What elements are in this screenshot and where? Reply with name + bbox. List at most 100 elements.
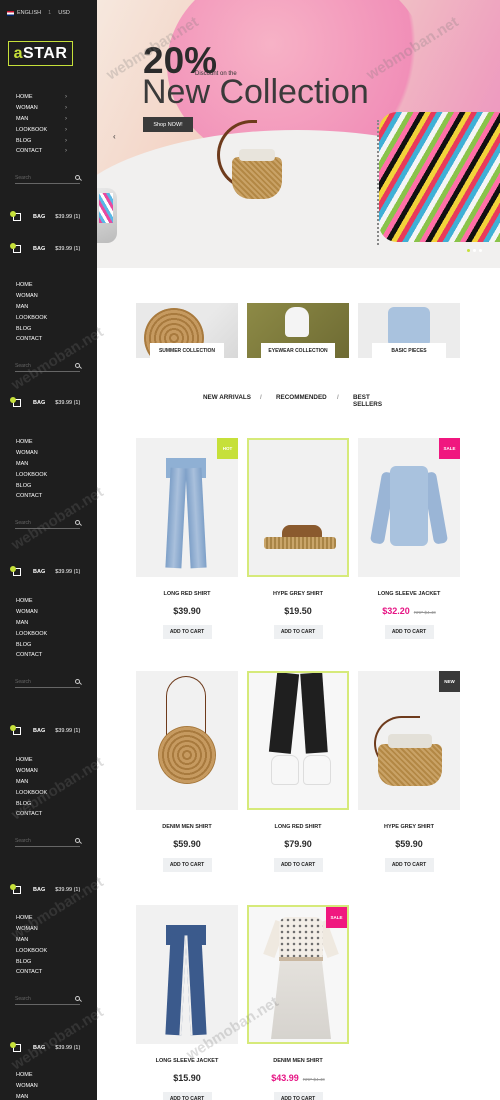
product-card[interactable]: NEW HYPE GREY SHIRT $59.90 ADD TO CART bbox=[358, 671, 460, 872]
nav-item-man[interactable]: MAN bbox=[0, 618, 97, 629]
search-icon[interactable] bbox=[75, 519, 80, 525]
nav-item-man[interactable]: MAN bbox=[0, 302, 97, 313]
nav-item-lookbook[interactable]: LOOKBOOK bbox=[0, 628, 97, 639]
currency-selector[interactable]: USD bbox=[58, 10, 70, 16]
product-image[interactable] bbox=[136, 671, 238, 810]
nav-item-home[interactable]: HOME bbox=[0, 437, 97, 448]
nav-item-lookbook[interactable]: LOOKBOOK bbox=[0, 945, 97, 956]
nav-item-contact[interactable]: CONTACT › bbox=[0, 146, 97, 157]
category-summer-collection[interactable]: SUMMER COLLECTION bbox=[136, 303, 238, 358]
product-card[interactable]: LONG SLEEVE JACKET $15.90 ADD TO CART bbox=[136, 905, 238, 1100]
slider-dot[interactable] bbox=[473, 249, 476, 252]
search-icon[interactable] bbox=[75, 995, 80, 1001]
nav-item-lookbook[interactable]: LOOKBOOK › bbox=[0, 124, 97, 135]
nav-item-home[interactable]: HOME bbox=[0, 596, 97, 607]
product-card[interactable]: SALE DENIM MEN SHIRT $43.99 RRP $4.40 ADD… bbox=[247, 905, 349, 1100]
nav-item-blog[interactable]: BLOG bbox=[0, 639, 97, 650]
nav-item-man[interactable]: MAN bbox=[0, 459, 97, 470]
search-input[interactable]: Search bbox=[15, 994, 80, 1005]
product-name[interactable]: DENIM MEN SHIRT bbox=[247, 1058, 349, 1064]
search-icon[interactable] bbox=[75, 174, 80, 180]
cart-summary[interactable]: BAG $39.99 (1) bbox=[0, 396, 97, 410]
product-card[interactable]: HYPE GREY SHIRT $19.50 ADD TO CART bbox=[247, 438, 349, 639]
nav-item-man[interactable]: MAN bbox=[0, 935, 97, 946]
cart-summary[interactable]: BAG $39.99 (1) bbox=[0, 1041, 97, 1055]
nav-item-lookbook[interactable]: LOOKBOOK bbox=[0, 469, 97, 480]
slider-dot[interactable] bbox=[479, 249, 482, 252]
language-selector[interactable]: ENGLISH bbox=[17, 10, 41, 16]
add-to-cart-button[interactable]: ADD TO CART bbox=[384, 858, 434, 872]
product-name[interactable]: LONG RED SHIRT bbox=[136, 591, 238, 597]
nav-item-woman[interactable]: WOMAN bbox=[0, 291, 97, 302]
slider-dot[interactable] bbox=[467, 249, 470, 252]
nav-item-blog[interactable]: BLOG › bbox=[0, 135, 97, 146]
nav-item-man[interactable]: MAN bbox=[0, 1092, 97, 1100]
product-image[interactable]: SALE bbox=[247, 905, 349, 1044]
search-input[interactable]: Search bbox=[15, 677, 80, 688]
nav-item-lookbook[interactable]: LOOKBOOK bbox=[0, 787, 97, 798]
nav-item-woman[interactable]: WOMAN bbox=[0, 448, 97, 459]
search-input[interactable]: Search bbox=[15, 836, 80, 847]
nav-item-woman[interactable]: WOMAN › bbox=[0, 103, 97, 114]
add-to-cart-button[interactable]: ADD TO CART bbox=[273, 858, 323, 872]
product-image[interactable] bbox=[136, 905, 238, 1044]
nav-item-blog[interactable]: BLOG bbox=[0, 956, 97, 967]
cart-summary[interactable]: BAG $39.99 (1) bbox=[0, 242, 97, 256]
category-basic-pieces[interactable]: BASIC PIECES bbox=[358, 303, 460, 358]
tab-recommended[interactable]: RECOMMENDED bbox=[276, 394, 327, 401]
product-name[interactable]: LONG SLEEVE JACKET bbox=[136, 1058, 238, 1064]
add-to-cart-button[interactable]: ADD TO CART bbox=[162, 858, 212, 872]
nav-item-woman[interactable]: WOMAN bbox=[0, 1081, 97, 1092]
add-to-cart-button[interactable]: ADD TO CART bbox=[273, 1092, 323, 1100]
nav-item-lookbook[interactable]: LOOKBOOK bbox=[0, 312, 97, 323]
nav-item-contact[interactable]: CONTACT bbox=[0, 491, 97, 502]
product-name[interactable]: HYPE GREY SHIRT bbox=[358, 824, 460, 830]
product-image[interactable]: SALE bbox=[358, 438, 460, 577]
shop-now-button[interactable]: Shop NOW! bbox=[143, 117, 193, 132]
product-name[interactable]: LONG SLEEVE JACKET bbox=[358, 591, 460, 597]
search-input[interactable]: Search bbox=[15, 361, 80, 372]
nav-item-blog[interactable]: BLOG bbox=[0, 480, 97, 491]
cart-summary[interactable]: BAG $39.99 (1) bbox=[0, 210, 97, 224]
search-icon[interactable] bbox=[75, 837, 80, 843]
nav-item-man[interactable]: MAN bbox=[0, 777, 97, 788]
product-name[interactable]: DENIM MEN SHIRT bbox=[136, 824, 238, 830]
product-card[interactable]: LONG RED SHIRT $79.90 ADD TO CART bbox=[247, 671, 349, 872]
nav-item-home[interactable]: HOME › bbox=[0, 92, 97, 103]
product-card[interactable]: HOT LONG RED SHIRT $39.90 ADD TO CART bbox=[136, 438, 238, 639]
product-card[interactable]: SALE LONG SLEEVE JACKET $32.20 RRP $4.40 … bbox=[358, 438, 460, 639]
slider-prev-arrow-icon[interactable]: ‹ bbox=[113, 132, 116, 141]
product-image[interactable] bbox=[247, 671, 349, 810]
category-eyewear-collection[interactable]: EYEWEAR COLLECTION bbox=[247, 303, 349, 358]
cart-summary[interactable]: BAG $39.99 (1) bbox=[0, 724, 97, 738]
product-card[interactable]: DENIM MEN SHIRT $59.90 ADD TO CART bbox=[136, 671, 238, 872]
product-name[interactable]: LONG RED SHIRT bbox=[247, 824, 349, 830]
nav-item-blog[interactable]: BLOG bbox=[0, 798, 97, 809]
product-name[interactable]: HYPE GREY SHIRT bbox=[247, 591, 349, 597]
nav-item-contact[interactable]: CONTACT bbox=[0, 650, 97, 661]
nav-item-home[interactable]: HOME bbox=[0, 913, 97, 924]
search-input[interactable]: Search bbox=[15, 173, 80, 184]
search-icon[interactable] bbox=[75, 362, 80, 368]
add-to-cart-button[interactable]: ADD TO CART bbox=[273, 625, 323, 639]
cart-summary[interactable]: BAG $39.99 (1) bbox=[0, 883, 97, 897]
nav-item-home[interactable]: HOME bbox=[0, 755, 97, 766]
product-image[interactable]: NEW bbox=[358, 671, 460, 810]
nav-item-blog[interactable]: BLOG bbox=[0, 323, 97, 334]
nav-item-contact[interactable]: CONTACT bbox=[0, 334, 97, 345]
cart-summary[interactable]: BAG $39.99 (1) bbox=[0, 565, 97, 579]
search-input[interactable]: Search bbox=[15, 518, 80, 529]
product-image[interactable] bbox=[247, 438, 349, 577]
nav-item-woman[interactable]: WOMAN bbox=[0, 607, 97, 618]
add-to-cart-button[interactable]: ADD TO CART bbox=[162, 1092, 212, 1100]
nav-item-woman[interactable]: WOMAN bbox=[0, 766, 97, 777]
nav-item-contact[interactable]: CONTACT bbox=[0, 967, 97, 978]
logo[interactable]: aSTAR bbox=[8, 41, 73, 66]
tab-new-arrivals[interactable]: NEW ARRIVALS bbox=[203, 394, 251, 401]
nav-item-contact[interactable]: CONTACT bbox=[0, 809, 97, 820]
nav-item-woman[interactable]: WOMAN bbox=[0, 924, 97, 935]
add-to-cart-button[interactable]: ADD TO CART bbox=[162, 625, 212, 639]
tab-best-sellers[interactable]: BEST SELLERS bbox=[353, 394, 400, 408]
nav-item-man[interactable]: MAN › bbox=[0, 114, 97, 125]
nav-item-home[interactable]: HOME bbox=[0, 280, 97, 291]
